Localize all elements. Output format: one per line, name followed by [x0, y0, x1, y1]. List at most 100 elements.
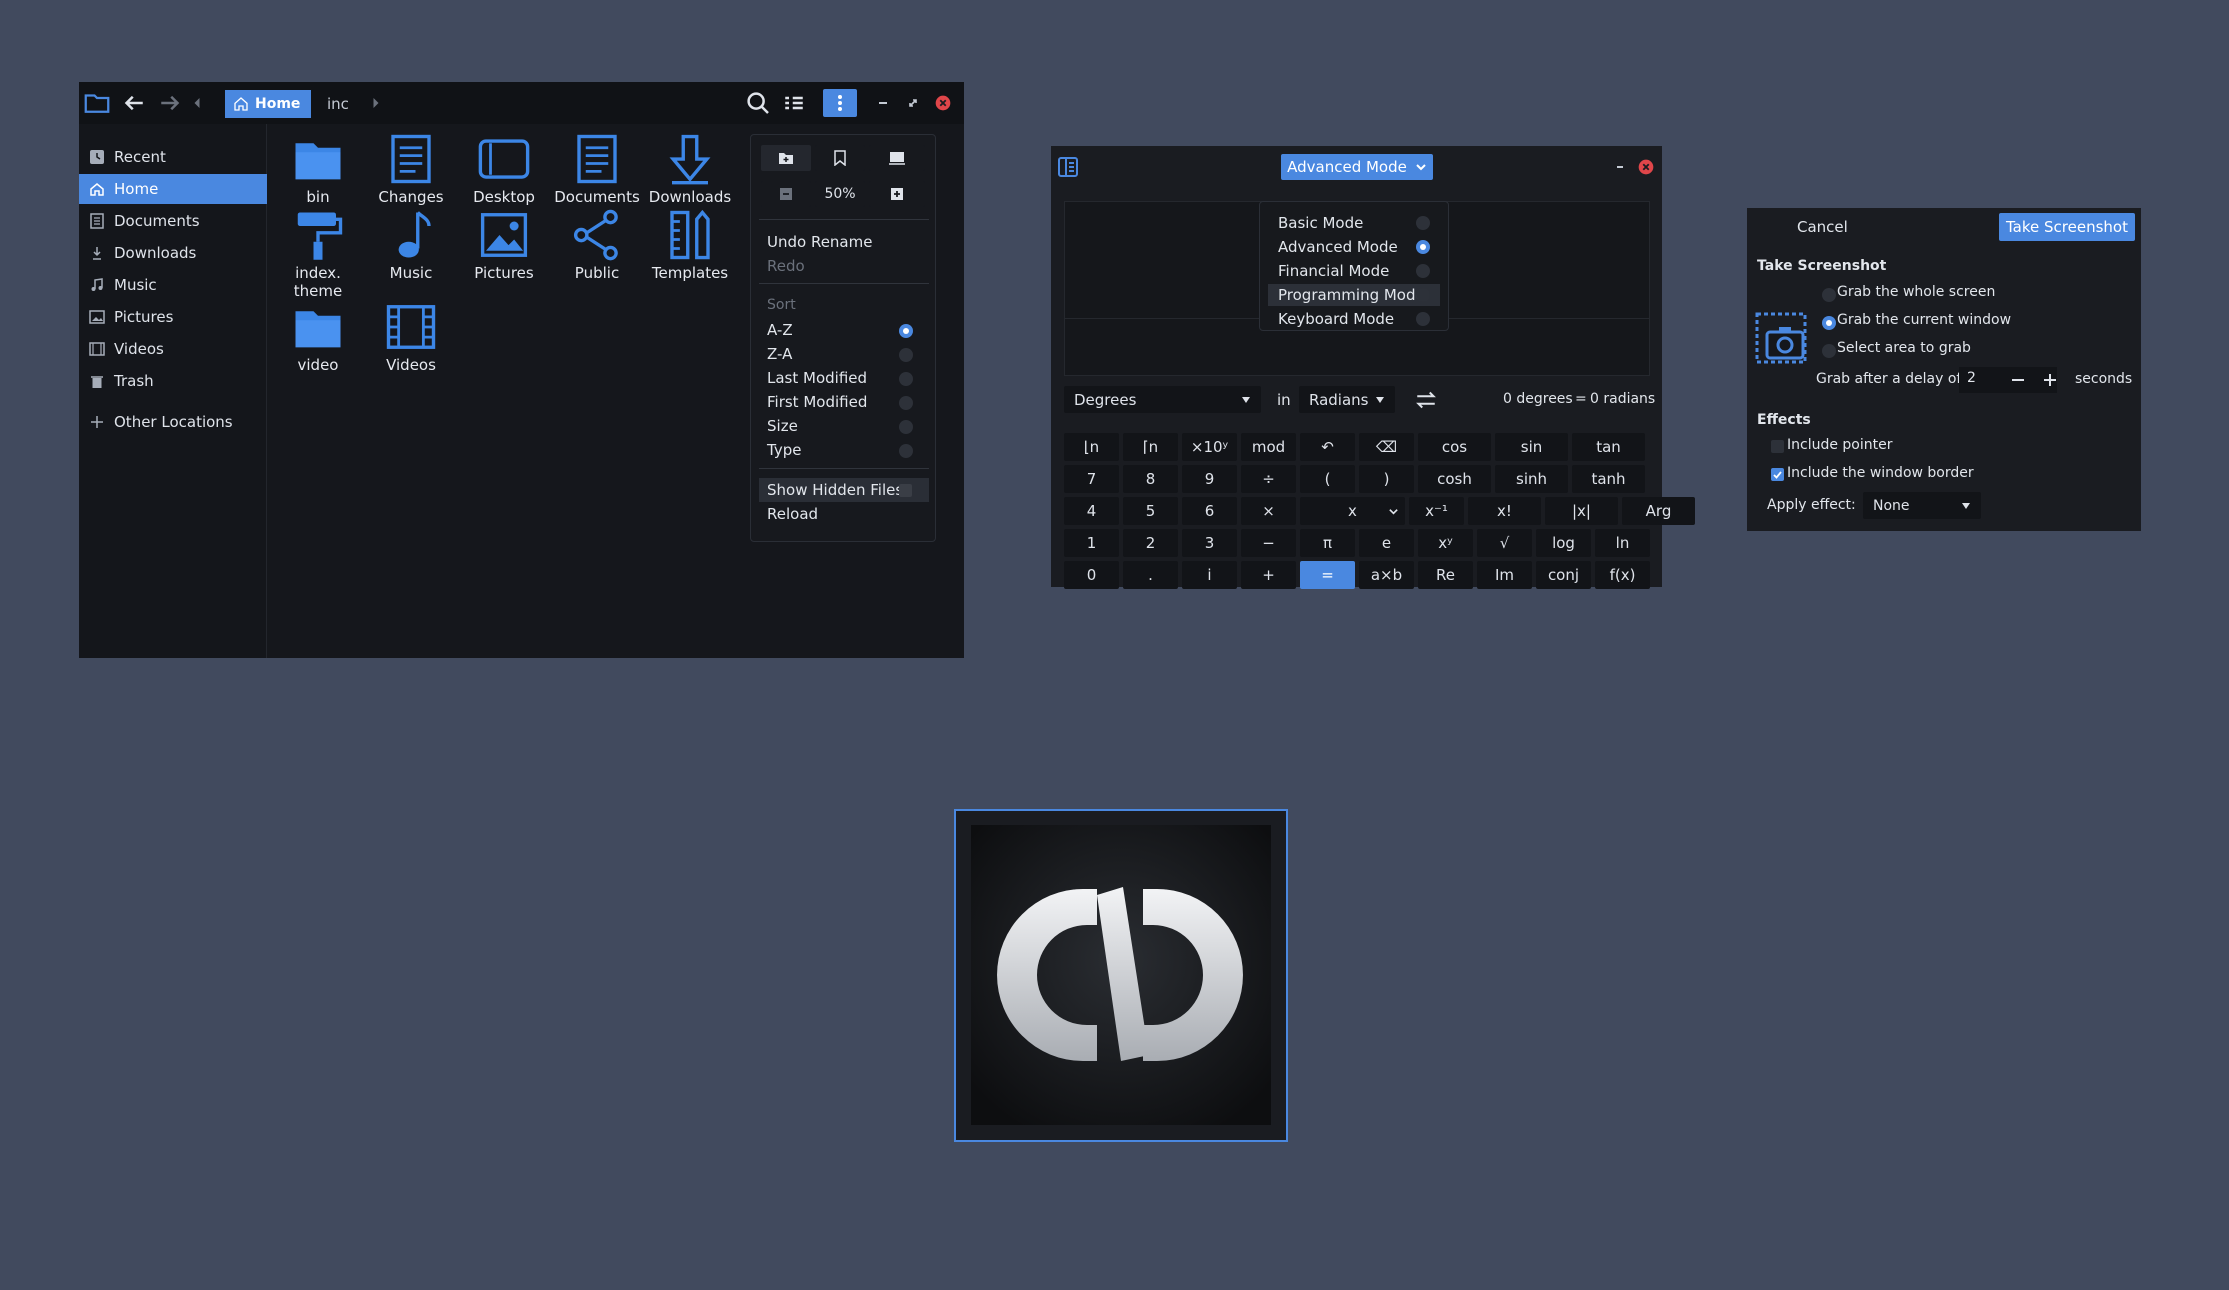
sort-first-modified-item[interactable]: First Modified: [767, 393, 867, 411]
calc-key[interactable]: π: [1300, 529, 1355, 557]
sort-a-z-radio[interactable]: [899, 324, 913, 338]
calc-key[interactable]: ⌊n: [1064, 433, 1119, 461]
calc-key[interactable]: cosh: [1418, 465, 1491, 493]
calc-key[interactable]: (: [1300, 465, 1355, 493]
conversion-to-select[interactable]: Radians: [1299, 386, 1395, 413]
sidebar-item-home[interactable]: Home: [79, 174, 267, 204]
grab-whole-screen-radio[interactable]: [1822, 288, 1836, 302]
file-item[interactable]: video: [273, 300, 363, 374]
mode-keyboard-item[interactable]: Keyboard Mode: [1268, 308, 1440, 330]
swap-units-icon[interactable]: [1411, 385, 1441, 415]
breadcrumb-inc[interactable]: inc: [327, 90, 349, 118]
calc-key[interactable]: f(x): [1595, 561, 1650, 589]
calc-key[interactable]: |x|: [1545, 497, 1618, 525]
calc-key[interactable]: a×b: [1359, 561, 1414, 589]
mode-programming-radio[interactable]: [1416, 288, 1430, 302]
calc-key[interactable]: mod: [1241, 433, 1296, 461]
breadcrumb-home[interactable]: Home: [225, 90, 311, 118]
back-arrow-icon[interactable]: [119, 88, 149, 118]
file-item[interactable]: bin: [273, 132, 363, 206]
sort-last-modified-radio[interactable]: [899, 372, 913, 386]
calc-key[interactable]: 5: [1123, 497, 1178, 525]
delay-decrease-icon[interactable]: [2007, 365, 2029, 395]
redo-item[interactable]: Redo: [767, 257, 805, 275]
mode-dropdown-button[interactable]: Advanced Mode: [1281, 154, 1433, 180]
calc-key[interactable]: ⌫: [1359, 433, 1414, 461]
open-terminal-button[interactable]: [869, 145, 925, 171]
sidebar-item-documents[interactable]: Documents: [79, 206, 267, 236]
select-area-radio[interactable]: [1822, 344, 1836, 358]
breadcrumb-right-chevron-icon[interactable]: [369, 88, 383, 118]
include-border-checkbox[interactable]: [1771, 468, 1784, 481]
sort-first-modified-radio[interactable]: [899, 396, 913, 410]
calc-key[interactable]: tan: [1572, 433, 1645, 461]
file-item[interactable]: Pictures: [459, 208, 549, 282]
calc-key[interactable]: 0: [1064, 561, 1119, 589]
zoom-out-button[interactable]: [761, 181, 811, 207]
calc-key[interactable]: Re: [1418, 561, 1473, 589]
minimize-icon[interactable]: [871, 88, 895, 118]
mode-financial-radio[interactable]: [1416, 264, 1430, 278]
minimize-icon[interactable]: [1608, 152, 1632, 182]
calc-key[interactable]: Arg: [1622, 497, 1695, 525]
sort-size-item[interactable]: Size: [767, 417, 798, 435]
grab-current-window-label[interactable]: Grab the current window: [1837, 312, 2011, 328]
app-logo-tile[interactable]: [954, 809, 1288, 1142]
sort-type-radio[interactable]: [899, 444, 913, 458]
mode-basic-radio[interactable]: [1416, 216, 1430, 230]
grab-whole-screen-label[interactable]: Grab the whole screen: [1837, 284, 1995, 300]
calc-key[interactable]: .: [1123, 561, 1178, 589]
calc-key[interactable]: x!: [1468, 497, 1541, 525]
show-hidden-files-item[interactable]: Show Hidden Files: [767, 481, 903, 499]
calc-key[interactable]: cos: [1418, 433, 1491, 461]
calc-key[interactable]: ÷: [1241, 465, 1296, 493]
forward-arrow-icon[interactable]: [155, 88, 185, 118]
calc-key[interactable]: x: [1300, 497, 1405, 525]
calc-key[interactable]: 6: [1182, 497, 1237, 525]
sort-z-a-radio[interactable]: [899, 348, 913, 362]
file-item[interactable]: Music: [366, 208, 456, 282]
sidebar-item-videos[interactable]: Videos: [79, 334, 267, 364]
file-item[interactable]: Videos: [366, 300, 456, 374]
file-item[interactable]: index. theme: [273, 208, 363, 300]
calc-key[interactable]: i: [1182, 561, 1237, 589]
calc-key[interactable]: ): [1359, 465, 1414, 493]
calc-key[interactable]: 2: [1123, 529, 1178, 557]
mode-programming-item[interactable]: Programming Mode: [1268, 284, 1440, 306]
sidebar-item-other-locations[interactable]: Other Locations: [79, 407, 267, 437]
file-item[interactable]: Changes: [366, 132, 456, 206]
zoom-in-button[interactable]: [869, 181, 925, 207]
calc-key[interactable]: ln: [1595, 529, 1650, 557]
sort-z-a-item[interactable]: Z-A: [767, 345, 792, 363]
calc-key[interactable]: ↶: [1300, 433, 1355, 461]
calc-key[interactable]: tanh: [1572, 465, 1645, 493]
apply-effect-select[interactable]: None: [1863, 492, 1981, 519]
menu-kebab-button[interactable]: [823, 89, 857, 117]
sort-a-z-item[interactable]: A-Z: [767, 321, 793, 339]
calc-key[interactable]: √: [1477, 529, 1532, 557]
include-border-label[interactable]: Include the window border: [1787, 465, 1974, 481]
new-folder-button[interactable]: [761, 145, 811, 171]
calc-key[interactable]: log: [1536, 529, 1591, 557]
sidebar-item-recent[interactable]: Recent: [79, 142, 267, 172]
calc-key[interactable]: 1: [1064, 529, 1119, 557]
calc-key[interactable]: ⌈n: [1123, 433, 1178, 461]
calc-key[interactable]: conj: [1536, 561, 1591, 589]
calc-key[interactable]: 4: [1064, 497, 1119, 525]
calc-key[interactable]: ×10ʸ: [1182, 433, 1237, 461]
calc-key[interactable]: 3: [1182, 529, 1237, 557]
close-icon[interactable]: [1635, 156, 1657, 178]
sidebar-item-pictures[interactable]: Pictures: [79, 302, 267, 332]
calc-key[interactable]: sin: [1495, 433, 1568, 461]
sidebar-item-trash[interactable]: Trash: [79, 366, 267, 396]
show-hidden-files-checkbox[interactable]: [899, 484, 912, 497]
delay-increase-icon[interactable]: [2039, 365, 2061, 395]
calc-key[interactable]: xʸ: [1418, 529, 1473, 557]
reload-item[interactable]: Reload: [767, 505, 818, 523]
sidebar-item-music[interactable]: Music: [79, 270, 267, 300]
view-list-icon[interactable]: [779, 88, 809, 118]
close-icon[interactable]: [932, 92, 954, 114]
breadcrumb-left-chevron-icon[interactable]: [190, 88, 204, 118]
mode-basic-item[interactable]: Basic Mode: [1268, 212, 1440, 234]
calc-key[interactable]: Im: [1477, 561, 1532, 589]
